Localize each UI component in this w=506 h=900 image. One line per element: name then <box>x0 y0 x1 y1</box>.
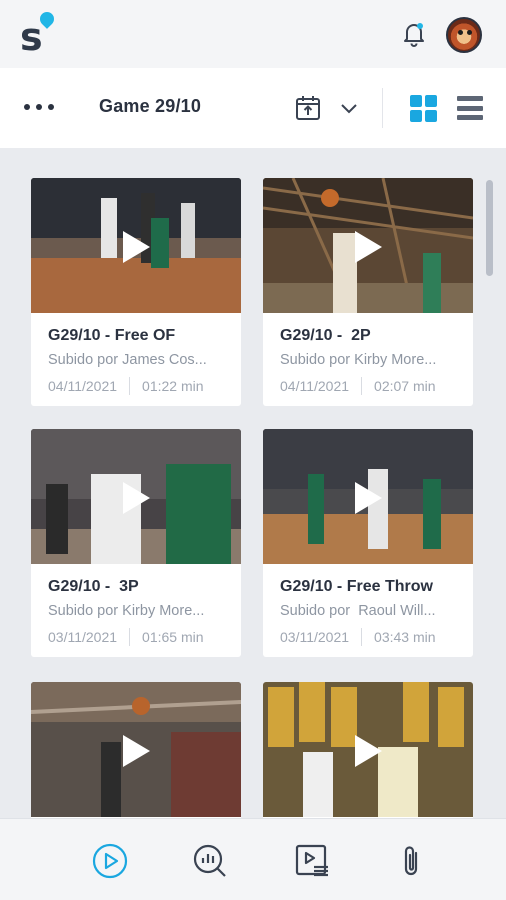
meta-separator <box>361 628 363 646</box>
video-duration: 01:22 min <box>142 378 204 394</box>
video-meta: 04/11/2021 02:07 min <box>280 377 436 395</box>
meta-separator <box>129 628 131 646</box>
video-meta: 03/11/2021 01:65 min <box>48 628 204 646</box>
paperclip-icon[interactable] <box>392 841 432 881</box>
video-title: G29/10 - Free OF <box>48 327 176 344</box>
meta-separator <box>361 377 363 395</box>
video-thumbnail[interactable] <box>31 429 241 564</box>
play-icon[interactable] <box>353 734 383 768</box>
video-date: 04/11/2021 <box>280 378 350 394</box>
video-thumbnail[interactable] <box>263 178 473 313</box>
video-card[interactable] <box>263 682 473 818</box>
video-duration: 01:65 min <box>142 629 204 645</box>
toolbar: Game 29/10 <box>0 68 506 148</box>
video-uploader: Subido por Raoul Will... <box>280 603 436 619</box>
play-icon[interactable] <box>121 481 151 515</box>
bell-icon[interactable] <box>400 20 428 48</box>
video-card[interactable]: G29/10 - Free OF Subido por James Cos...… <box>31 178 241 406</box>
video-card[interactable]: G29/10 - Free Throw Subido por Raoul Wil… <box>263 429 473 657</box>
play-icon[interactable] <box>121 230 151 264</box>
video-date: 03/11/2021 <box>280 629 350 645</box>
analytics-search-icon[interactable] <box>190 841 230 881</box>
video-thumbnail[interactable] <box>31 178 241 313</box>
toolbar-divider <box>382 88 383 128</box>
calendar-upload-icon[interactable] <box>294 94 322 122</box>
bottom-navigation <box>0 818 506 900</box>
video-grid[interactable]: G29/10 - Free OF Subido por James Cos...… <box>0 148 506 818</box>
video-date: 04/11/2021 <box>48 378 118 394</box>
scrollbar[interactable] <box>486 180 493 276</box>
play-circle-icon[interactable] <box>90 841 130 881</box>
video-duration: 02:07 min <box>374 378 436 394</box>
video-title: G29/10 - Free Throw <box>280 578 433 595</box>
video-uploader: Subido por Kirby More... <box>48 603 205 619</box>
video-title: G29/10 - 2P <box>280 327 371 344</box>
video-card[interactable]: G29/10 - 2P Subido por Kirby More... 04/… <box>263 178 473 406</box>
play-icon[interactable] <box>353 481 383 515</box>
chevron-down-icon[interactable] <box>338 98 360 118</box>
video-duration: 03:43 min <box>374 629 436 645</box>
avatar[interactable] <box>446 17 482 53</box>
video-uploader: Subido por James Cos... <box>48 352 207 368</box>
video-uploader: Subido por Kirby More... <box>280 352 437 368</box>
video-title: G29/10 - 3P <box>48 578 139 595</box>
app-logo[interactable]: s <box>20 9 60 59</box>
video-thumbnail[interactable] <box>31 682 241 817</box>
meta-separator <box>129 377 131 395</box>
more-options-icon[interactable] <box>24 104 58 114</box>
video-meta: 03/11/2021 03:43 min <box>280 628 436 646</box>
video-date: 03/11/2021 <box>48 629 118 645</box>
video-thumbnail[interactable] <box>263 429 473 564</box>
video-card[interactable] <box>31 682 241 818</box>
video-meta: 04/11/2021 01:22 min <box>48 377 204 395</box>
grid-view-icon[interactable] <box>410 95 437 122</box>
video-playlist-icon[interactable] <box>292 841 332 881</box>
logo-letter: s <box>20 15 43 59</box>
list-view-icon[interactable] <box>457 96 483 120</box>
video-card[interactable]: G29/10 - 3P Subido por Kirby More... 03/… <box>31 429 241 657</box>
app-header: s <box>0 0 506 68</box>
play-icon[interactable] <box>353 230 383 264</box>
play-icon[interactable] <box>121 734 151 768</box>
game-title: Game 29/10 <box>99 96 202 116</box>
video-thumbnail[interactable] <box>263 682 473 817</box>
